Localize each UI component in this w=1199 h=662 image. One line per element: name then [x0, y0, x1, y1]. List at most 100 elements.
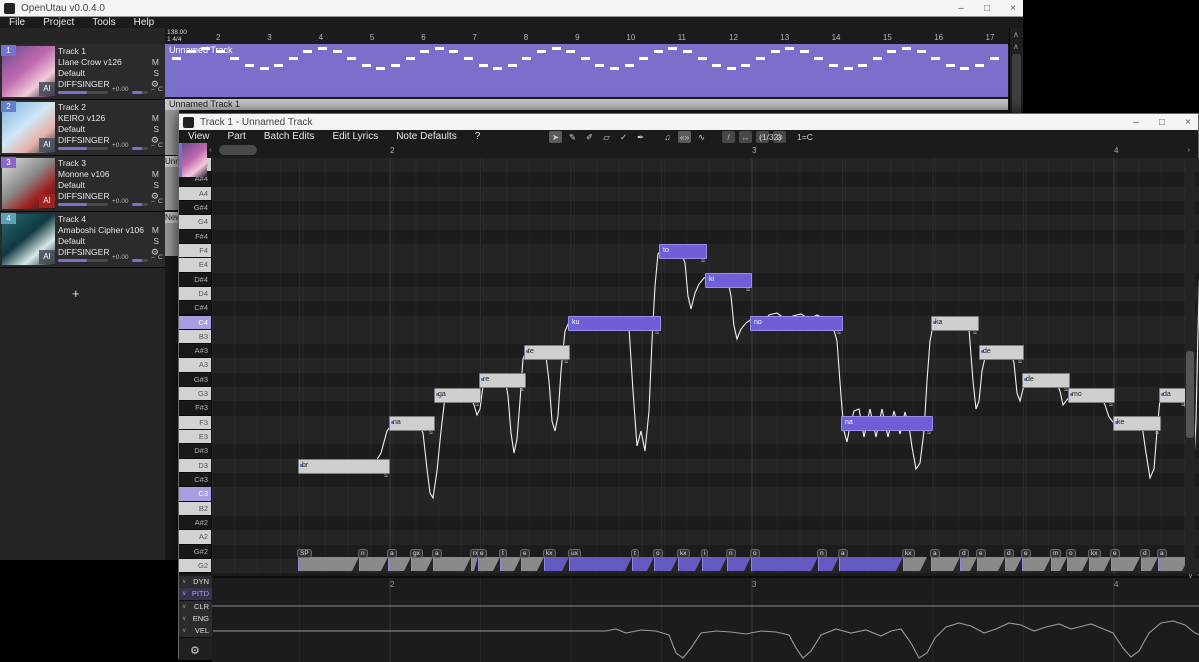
vibrato-toggle-icon[interactable]: ≈: [1109, 402, 1113, 409]
phoneme-label[interactable]: kx: [902, 549, 915, 558]
piano-key-as2[interactable]: A#2: [179, 516, 211, 530]
volume-slider[interactable]: [58, 147, 108, 150]
part-unnamed-track[interactable]: Unnamed Track: [165, 44, 1008, 97]
phoneme-label[interactable]: n: [726, 549, 736, 558]
ruler-tempo[interactable]: 138.00: [167, 29, 187, 36]
piano-key-g4[interactable]: G4: [179, 215, 211, 229]
minimize-button[interactable]: –: [1130, 117, 1142, 128]
part-unnamed-track-1[interactable]: Unnamed Track 1: [165, 99, 1008, 110]
part-sliver[interactable]: New Part: [165, 212, 179, 256]
part-sliver[interactable]: Unnamed: [165, 156, 179, 210]
chevron-down-icon[interactable]: ∨: [182, 625, 186, 637]
mute-button[interactable]: M: [152, 169, 159, 180]
vibrato-toggle-icon[interactable]: ≈: [927, 430, 931, 437]
menu-item-batch-edits[interactable]: Batch Edits: [255, 131, 324, 142]
pan-slider[interactable]: [132, 259, 148, 262]
phoneme-label[interactable]: kx: [677, 549, 690, 558]
note-ku[interactable]: ku≈: [568, 316, 661, 331]
expression-settings-gear-icon[interactable]: ⚙: [190, 644, 200, 657]
close-button[interactable]: ×: [1007, 3, 1019, 14]
phoneme-label[interactable]: e: [1021, 549, 1031, 558]
phoneme-display-toggle-icon[interactable]: «»: [678, 131, 691, 143]
chevron-down-icon[interactable]: ∨: [182, 613, 186, 625]
main-titlebar[interactable]: OpenUtau v0.0.4.0 – □ ×: [0, 0, 1023, 17]
note-br[interactable]: br≈: [298, 459, 390, 474]
note-no[interactable]: no≈: [750, 316, 843, 331]
phoneme-label[interactable]: e: [1110, 549, 1120, 558]
volume-slider[interactable]: [58, 203, 108, 206]
note-na[interactable]: na≈: [389, 416, 435, 431]
singer-avatar[interactable]: [182, 143, 207, 177]
expression-row-eng[interactable]: ∨ENG: [179, 613, 212, 626]
phoneme-collapse-icon[interactable]: ∨: [1188, 572, 1193, 580]
pen-tool-icon[interactable]: ✒: [634, 131, 647, 143]
phoneme-label[interactable]: SP: [297, 549, 312, 558]
piano-key-gs2[interactable]: G#2: [179, 545, 211, 559]
pianoroll-titlebar[interactable]: Track 1 - Unnamed Track – □ ×: [179, 114, 1198, 131]
piano-key-g2[interactable]: G2: [179, 559, 211, 573]
pencil-tool-icon[interactable]: ✎: [566, 131, 579, 143]
vibrato-toggle-icon[interactable]: ≈: [429, 430, 433, 437]
pitch-display-toggle-icon[interactable]: ∿: [695, 131, 708, 143]
solo-button[interactable]: S: [153, 236, 159, 247]
phoneme-label[interactable]: a: [838, 549, 848, 558]
scroll-right-icon[interactable]: ›: [1187, 145, 1190, 154]
ruler-meter[interactable]: 1 4/4: [167, 36, 187, 43]
mute-button[interactable]: M: [152, 57, 159, 68]
phoneme-label[interactable]: d: [1140, 549, 1150, 558]
menu-item-tools[interactable]: Tools: [83, 17, 124, 28]
phoneme-SP[interactable]: [298, 557, 359, 571]
track-row[interactable]: 1AITrack 1Llane Crow v126MDefaultSDIFFSI…: [0, 44, 165, 100]
note-ga[interactable]: ga≈: [434, 388, 481, 403]
note-re[interactable]: re≈: [479, 373, 526, 388]
resolution-indicator[interactable]: (1/32): [759, 132, 781, 142]
track-phonemizer[interactable]: DefaultS: [58, 236, 163, 247]
phoneme-label[interactable]: kx: [1088, 549, 1101, 558]
piano-key-a2[interactable]: A2: [179, 530, 211, 544]
piano-key-c4[interactable]: C4: [179, 316, 211, 330]
solo-button[interactable]: S: [153, 68, 159, 79]
menu-item-?[interactable]: ?: [466, 131, 490, 142]
piano-keys[interactable]: B4A#4A4G#4G4F#4F4E4D#4D4C#4C4B3A#3A3G#3G…: [179, 158, 212, 574]
phoneme-label[interactable]: n: [358, 549, 368, 558]
pianoroll-ruler[interactable]: ‹ › 234: [179, 143, 1198, 159]
track-row[interactable]: 3AITrack 3Monone v106MDefaultSDIFFSINGER…: [0, 156, 165, 212]
expression-row-clr[interactable]: ∨CLR: [179, 601, 212, 614]
phoneme-label[interactable]: o: [750, 549, 760, 558]
track-name[interactable]: Track 4: [58, 214, 163, 225]
piano-key-fs4[interactable]: F#4: [179, 230, 211, 244]
vibrato-toggle-icon[interactable]: ≈: [384, 473, 388, 480]
maximize-button[interactable]: □: [981, 3, 993, 14]
pitd-curve[interactable]: [213, 621, 1199, 658]
vibrato-toggle-icon[interactable]: ≈: [746, 287, 750, 294]
phoneme-label[interactable]: m: [1050, 549, 1061, 558]
note-de[interactable]: de≈: [979, 345, 1024, 360]
menu-item-edit-lyrics[interactable]: Edit Lyrics: [323, 131, 387, 142]
scroll-up2-icon[interactable]: ∧: [1013, 42, 1019, 51]
maximize-button[interactable]: □: [1156, 117, 1168, 128]
pitch-pencil-tool-icon[interactable]: ✐: [583, 131, 596, 143]
menu-item-project[interactable]: Project: [34, 17, 83, 28]
note-te[interactable]: te≈: [524, 345, 570, 360]
track-name[interactable]: Track 1: [58, 46, 163, 57]
track-phonemizer[interactable]: DefaultS: [58, 124, 163, 135]
expression-row-dyn[interactable]: ∨DYN: [179, 576, 212, 589]
mute-button[interactable]: M: [152, 113, 159, 124]
pan-slider[interactable]: [132, 203, 148, 206]
vibrato-toggle-icon[interactable]: ≈: [1155, 430, 1159, 437]
track-singer[interactable]: Monone v106M: [58, 169, 163, 180]
cursor-tool-icon[interactable]: ➤: [549, 131, 562, 143]
menu-item-part[interactable]: Part: [219, 131, 255, 142]
phoneme-ux[interactable]: [569, 557, 632, 571]
piano-key-e4[interactable]: E4: [179, 258, 211, 272]
piano-key-b2[interactable]: B2: [179, 502, 211, 516]
note-display-toggle-icon[interactable]: ♫: [661, 131, 674, 143]
track-name[interactable]: Track 2: [58, 102, 163, 113]
piano-key-c3[interactable]: C3: [179, 487, 211, 501]
lyric-search-box[interactable]: [219, 145, 257, 155]
track-singer[interactable]: KEIRO v126M: [58, 113, 163, 124]
phoneme-label[interactable]: d: [1004, 549, 1014, 558]
track-row[interactable]: 4AITrack 4Amaboshi Cipher v106MDefaultSD…: [0, 212, 165, 268]
menu-item-note-defaults[interactable]: Note Defaults: [387, 131, 466, 142]
phoneme-label[interactable]: a: [432, 549, 442, 558]
